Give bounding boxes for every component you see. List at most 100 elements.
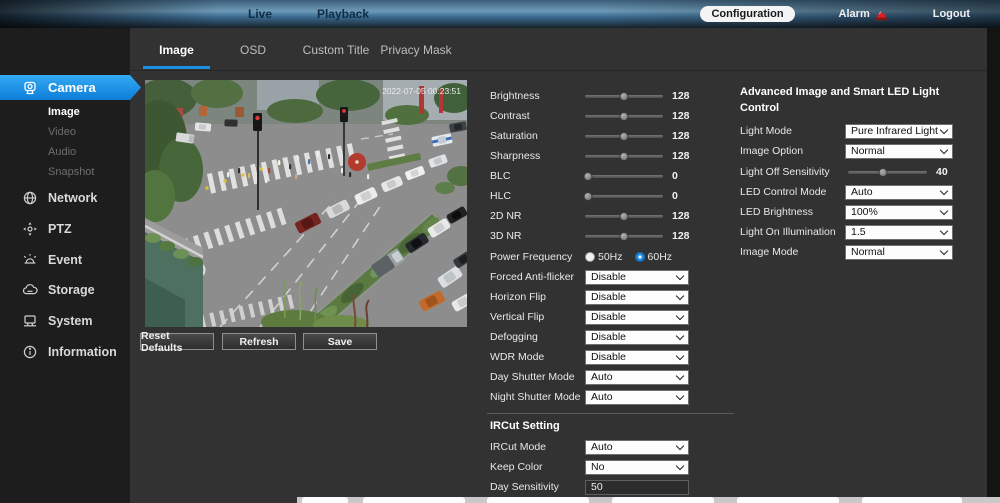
- select-value: Auto: [591, 371, 613, 383]
- nav-live[interactable]: Live: [235, 0, 285, 28]
- slider-thumb[interactable]: [878, 168, 887, 177]
- taskbar-item[interactable]: [862, 497, 962, 503]
- day-sensitivity-input[interactable]: [585, 480, 689, 495]
- led-control-mode-label: LED Control Mode: [740, 186, 845, 198]
- sidebar: Camera Image Video Audio Snapshot Networ…: [0, 28, 130, 503]
- slider-thumb[interactable]: [584, 192, 593, 201]
- image-mode-select[interactable]: Normal: [845, 245, 953, 260]
- sharpness-slider[interactable]: [585, 148, 663, 164]
- select-value: Disable: [591, 291, 626, 303]
- advanced-section-title: Advanced Image and Smart LED Light Contr…: [740, 84, 940, 116]
- contrast-slider[interactable]: [585, 108, 663, 124]
- select-value: Pure Infrared Light: [851, 125, 938, 137]
- hlc-slider[interactable]: [585, 188, 663, 204]
- logout-button[interactable]: Logout: [933, 8, 970, 20]
- brightness-slider[interactable]: [585, 88, 663, 104]
- slider-thumb[interactable]: [620, 152, 629, 161]
- chevron-down-icon: [676, 272, 684, 280]
- reset-defaults-button[interactable]: Reset Defaults: [140, 333, 214, 350]
- configuration-button[interactable]: Configuration: [700, 6, 794, 22]
- vertical-scrollbar[interactable]: [987, 28, 1000, 503]
- select-value: Disable: [591, 311, 626, 323]
- saturation-slider[interactable]: [585, 128, 663, 144]
- keep-color-row: Keep Color No: [490, 459, 740, 475]
- save-button[interactable]: Save: [303, 333, 377, 350]
- sidebar-subitem-audio[interactable]: Audio: [48, 144, 76, 160]
- radio-50hz-label[interactable]: 50Hz: [598, 251, 623, 263]
- taskbar-item[interactable]: [487, 497, 589, 503]
- alarm-label: Alarm: [839, 8, 870, 20]
- wdr-mode-select[interactable]: Disable: [585, 350, 689, 365]
- 2d-nr-slider[interactable]: [585, 208, 663, 224]
- chevron-down-icon: [676, 442, 684, 450]
- blc-row: BLC 0: [490, 168, 740, 184]
- ircut-mode-label: IRCut Mode: [490, 441, 585, 453]
- brightness-row: Brightness 128: [490, 88, 740, 104]
- taskbar-item[interactable]: [737, 497, 839, 503]
- saturation-label: Saturation: [490, 130, 585, 142]
- sidebar-item-event[interactable]: Event: [0, 248, 130, 272]
- sidebar-subitem-snapshot[interactable]: Snapshot: [48, 164, 94, 180]
- day-shutter-mode-select[interactable]: Auto: [585, 370, 689, 385]
- taskbar-item[interactable]: [302, 497, 348, 503]
- slider-track[interactable]: [585, 175, 663, 178]
- sidebar-subitem-image[interactable]: Image: [48, 104, 80, 120]
- taskbar-item[interactable]: [363, 497, 465, 503]
- slider-track[interactable]: [848, 171, 927, 174]
- radio-60hz[interactable]: [635, 252, 645, 262]
- light-mode-select[interactable]: Pure Infrared Light: [845, 124, 953, 139]
- slider-track[interactable]: [585, 195, 663, 198]
- day-sensitivity-row: Day Sensitivity: [490, 479, 740, 495]
- light-off-sensitivity-slider[interactable]: [848, 164, 927, 180]
- section-divider: [487, 413, 734, 414]
- sidebar-item-camera[interactable]: Camera: [0, 75, 141, 100]
- contrast-value: 128: [672, 110, 690, 122]
- ircut-mode-select[interactable]: Auto: [585, 440, 689, 455]
- sharpness-value: 128: [672, 150, 690, 162]
- blc-slider[interactable]: [585, 168, 663, 184]
- alarm-button[interactable]: Alarm: [839, 8, 889, 21]
- forced-anti-flicker-select[interactable]: Disable: [585, 270, 689, 285]
- slider-thumb[interactable]: [620, 92, 629, 101]
- slider-thumb[interactable]: [620, 212, 629, 221]
- led-brightness-label: LED Brightness: [740, 206, 845, 218]
- tab-custom-title[interactable]: Custom Title: [292, 40, 380, 60]
- nav-playback[interactable]: Playback: [305, 0, 381, 28]
- bottom-taskbar[interactable]: [297, 497, 1000, 503]
- sidebar-item-information[interactable]: Information: [0, 340, 130, 364]
- sidebar-item-label: Network: [48, 191, 97, 205]
- 2d-nr-row: 2D NR 128: [490, 208, 740, 224]
- refresh-button[interactable]: Refresh: [222, 333, 296, 350]
- slider-thumb[interactable]: [584, 172, 593, 181]
- slider-thumb[interactable]: [620, 232, 629, 241]
- sidebar-item-network[interactable]: Network: [0, 186, 130, 210]
- slider-thumb[interactable]: [620, 132, 629, 141]
- radio-50hz[interactable]: [585, 252, 595, 262]
- keep-color-select[interactable]: No: [585, 460, 689, 475]
- radio-60hz-label[interactable]: 60Hz: [648, 251, 673, 263]
- sidebar-subitem-video[interactable]: Video: [48, 124, 76, 140]
- sidebar-item-label: System: [48, 314, 92, 328]
- night-shutter-mode-select[interactable]: Auto: [585, 390, 689, 405]
- chevron-down-icon: [940, 146, 948, 154]
- tab-image[interactable]: Image: [143, 40, 210, 60]
- image-option-select[interactable]: Normal: [845, 144, 953, 159]
- light-off-sensitivity-value: 40: [936, 166, 948, 178]
- top-bar: Live Playback Configuration Alarm Logout: [0, 0, 1000, 28]
- sidebar-item-system[interactable]: System: [0, 309, 130, 333]
- 3d-nr-slider[interactable]: [585, 228, 663, 244]
- horizon-flip-select[interactable]: Disable: [585, 290, 689, 305]
- light-on-illumination-select[interactable]: 1.5: [845, 225, 953, 240]
- blc-value: 0: [672, 170, 678, 182]
- sidebar-item-storage[interactable]: Storage: [0, 278, 130, 302]
- select-value: Disable: [591, 331, 626, 343]
- tab-privacy-mask[interactable]: Privacy Mask: [376, 40, 456, 60]
- led-control-mode-select[interactable]: Auto: [845, 185, 953, 200]
- led-brightness-select[interactable]: 100%: [845, 205, 953, 220]
- taskbar-item[interactable]: [612, 497, 714, 503]
- defogging-select[interactable]: Disable: [585, 330, 689, 345]
- vertical-flip-select[interactable]: Disable: [585, 310, 689, 325]
- sidebar-item-ptz[interactable]: PTZ: [0, 217, 130, 241]
- tab-osd[interactable]: OSD: [224, 40, 282, 60]
- slider-thumb[interactable]: [620, 112, 629, 121]
